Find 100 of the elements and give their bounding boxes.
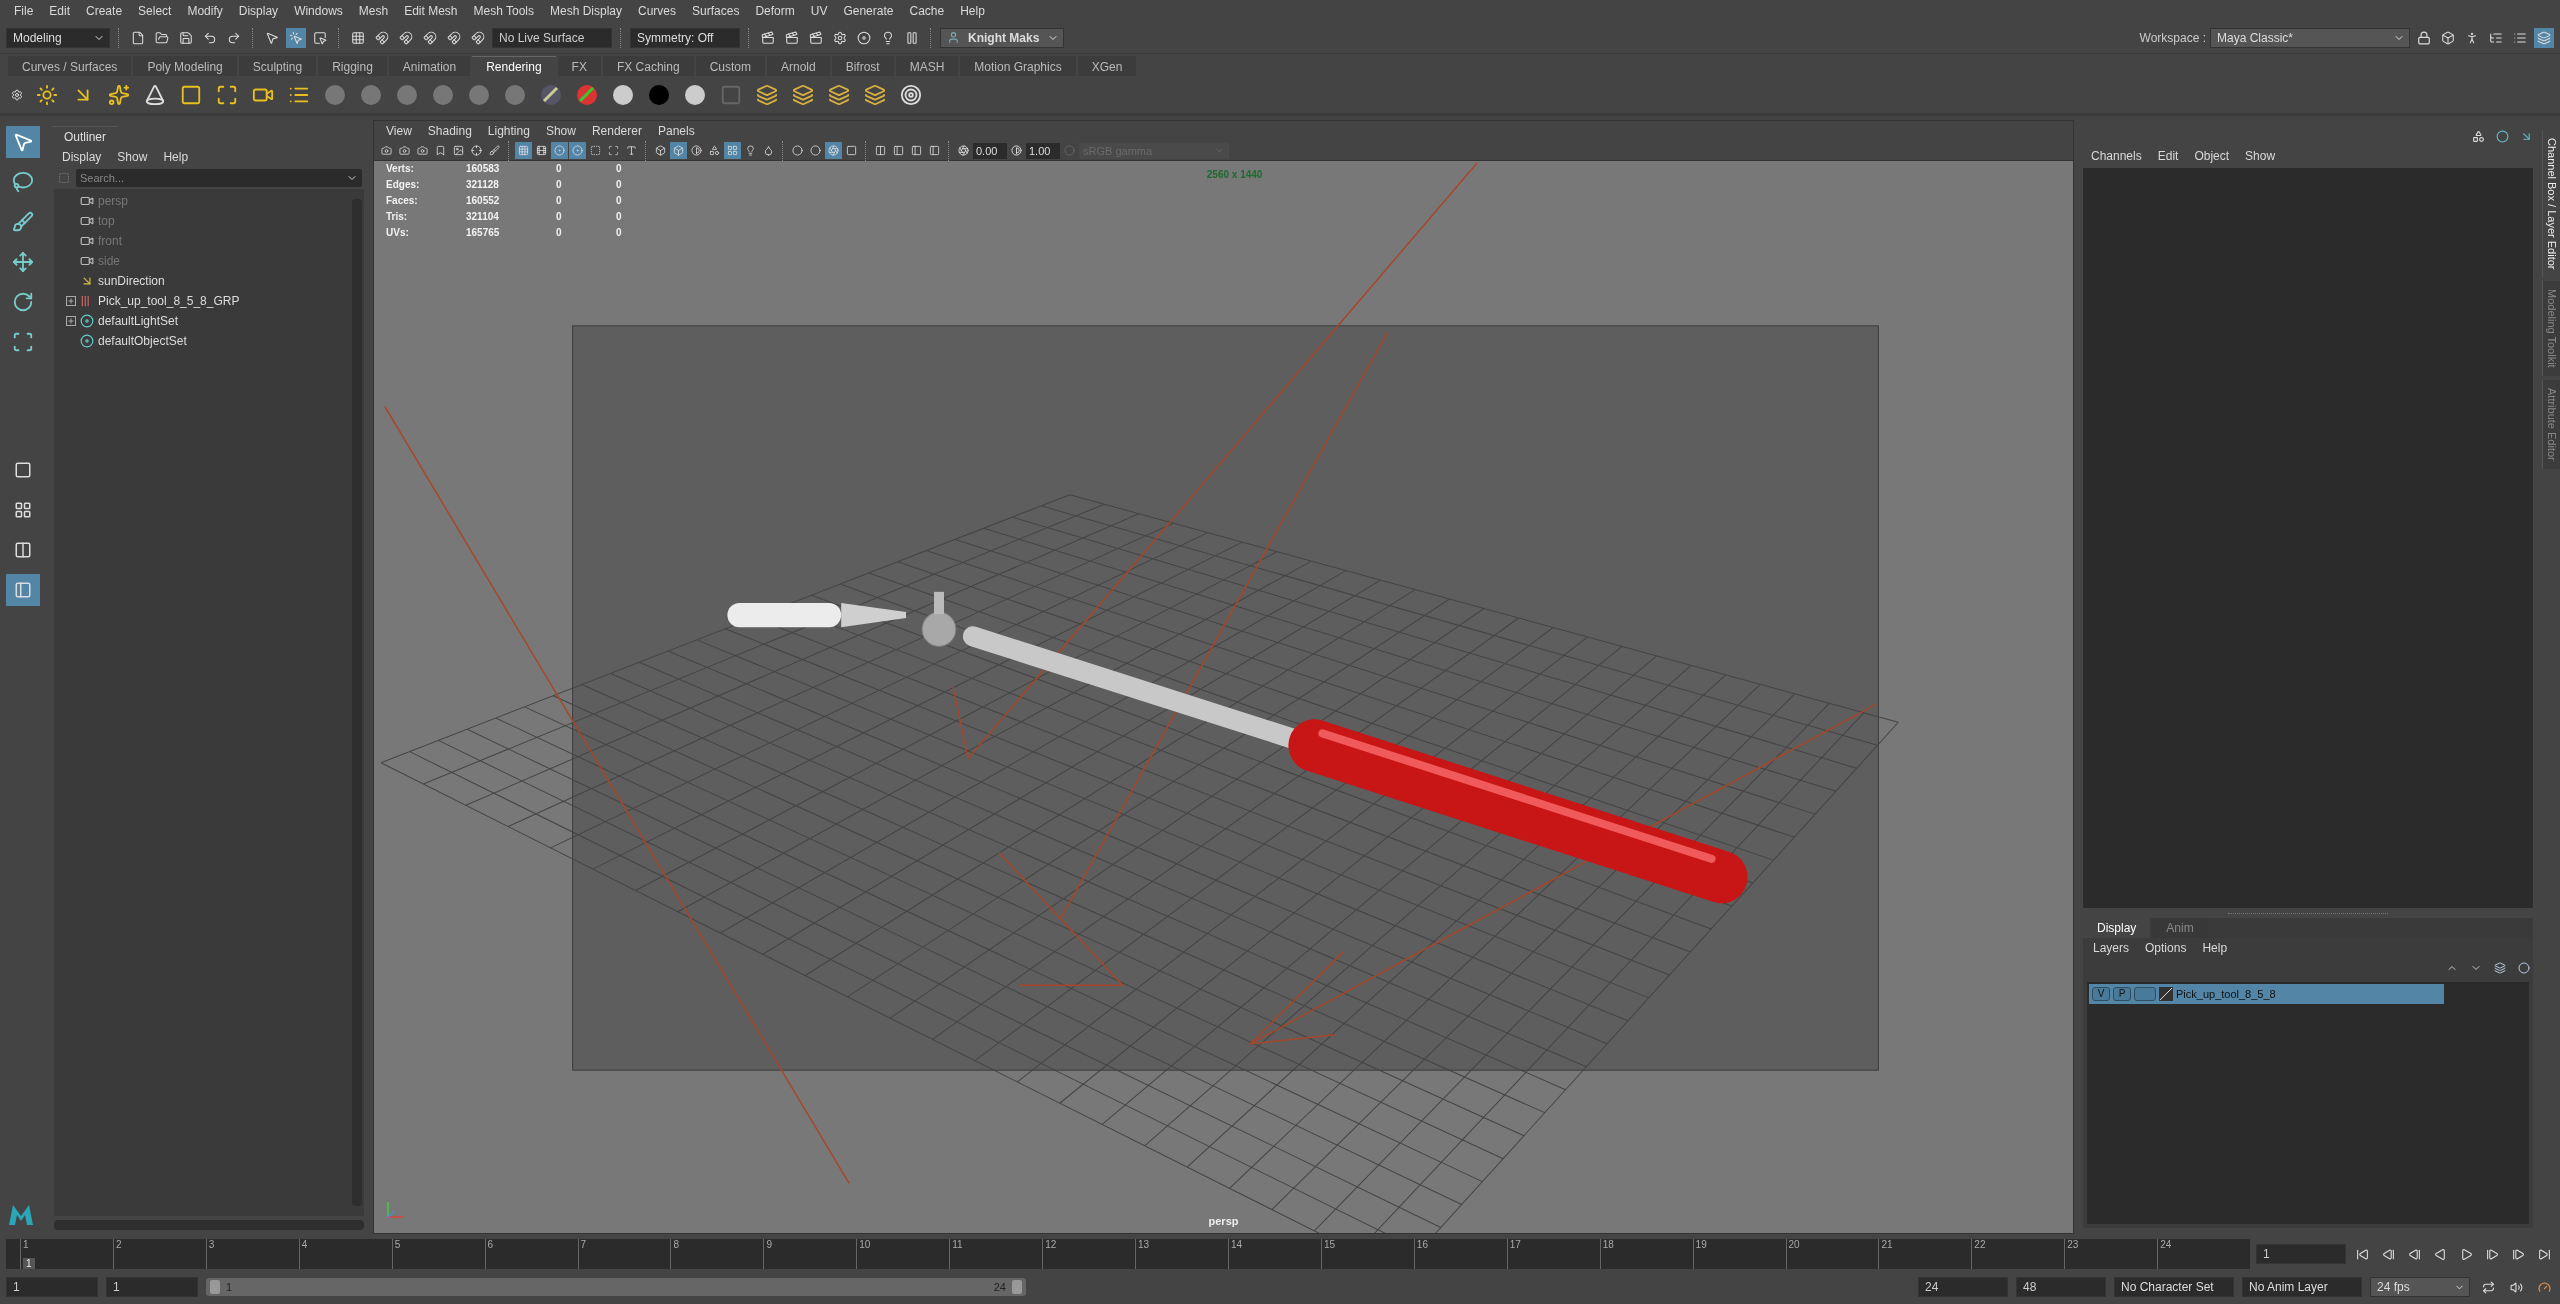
character-set-dropdown[interactable]: No Character Set <box>2114 1277 2234 1297</box>
current-frame-field[interactable]: 1 <box>2256 1244 2346 1264</box>
gamma-icon[interactable] <box>1008 142 1025 159</box>
menu-item[interactable]: File <box>6 4 42 18</box>
expand-icon[interactable] <box>66 316 76 326</box>
end-time-field[interactable]: 48 <box>2016 1277 2106 1297</box>
shelf-tab[interactable]: Sculpting <box>238 56 317 76</box>
user-dropdown[interactable]: Knight Maks <box>940 27 1065 48</box>
menu-item[interactable]: Surfaces <box>684 4 748 18</box>
range-handle[interactable] <box>1012 1280 1022 1294</box>
pointer-icon[interactable] <box>5 126 40 158</box>
current-frame-marker[interactable]: 1 <box>23 1258 35 1269</box>
fps-dropdown[interactable]: 24 fps <box>2370 1277 2470 1297</box>
shelf-tab[interactable]: Rigging <box>318 56 387 76</box>
display-type-toggle[interactable] <box>2134 987 2156 1001</box>
outliner-item[interactable]: Pick_up_tool_8_5_8_GRP <box>98 294 240 308</box>
symmetry-dropdown[interactable]: Symmetry: Off <box>630 27 740 48</box>
visibility-toggle[interactable]: V <box>2092 987 2110 1001</box>
side-pane-icon[interactable] <box>5 574 40 606</box>
hud-label: Verts: <box>386 163 415 174</box>
menu-item[interactable]: Mesh <box>350 4 397 18</box>
menu-item[interactable]: Display <box>54 150 110 164</box>
time-slider[interactable]: 1 1 2 3 4 5 6 7 8 9 10 11 12 13 14 15 16 17 18 19 20 21 22 23 24 <box>6 1239 2250 1269</box>
exposure-field[interactable]: 0.00 <box>973 142 1007 159</box>
live-surface-field[interactable]: No Live Surface <box>492 27 612 48</box>
menu-item[interactable]: Create <box>78 4 131 18</box>
start-time-field[interactable]: 1 <box>6 1277 98 1297</box>
menu-item[interactable]: Help <box>952 4 993 18</box>
menu-item[interactable]: Show <box>109 150 156 164</box>
frame-number: 11 <box>952 1239 964 1250</box>
menu-item[interactable]: Channels <box>2083 149 2150 163</box>
checker-icon[interactable] <box>724 142 741 159</box>
menu-item[interactable]: Show <box>2237 149 2284 163</box>
menu-item[interactable]: Shading <box>419 124 480 138</box>
playback-toggle[interactable]: P <box>2113 987 2131 1001</box>
shelf-tab[interactable]: Bifrost <box>831 56 894 76</box>
shelf-tab[interactable]: MASH <box>895 56 959 76</box>
mode-dropdown[interactable]: Modeling <box>6 27 110 48</box>
menu-item[interactable]: Display <box>230 4 287 18</box>
menu-item[interactable]: Curves <box>630 4 685 18</box>
shelf-tab[interactable]: Custom <box>695 56 765 76</box>
gamma-field[interactable]: 1.00 <box>1026 142 1060 159</box>
circle-icon[interactable] <box>789 142 806 159</box>
half-circle-icon[interactable] <box>688 142 705 159</box>
playback-start-field[interactable]: 1 <box>106 1277 198 1297</box>
menu-item[interactable]: Mesh Tools <box>465 4 542 18</box>
menu-item[interactable]: Panels <box>649 124 703 138</box>
menu-item[interactable]: Options <box>2137 941 2195 955</box>
layer-row[interactable]: V P Pick_up_tool_8_5_8 <box>2089 984 2444 1004</box>
menu-item[interactable]: Cache <box>901 4 953 18</box>
outliner-item[interactable]: defaultObjectSet <box>98 334 187 348</box>
outliner-item[interactable]: sunDirection <box>98 274 165 288</box>
menu-item[interactable]: Help <box>2194 941 2236 955</box>
menu-item[interactable]: Renderer <box>583 124 650 138</box>
shelf-tab[interactable]: FX <box>557 56 601 76</box>
outliner-item[interactable]: defaultLightSet <box>98 314 179 328</box>
circle-icon[interactable] <box>807 142 824 159</box>
hud-value: 0 <box>556 179 563 190</box>
menu-item[interactable]: Edit Mesh <box>396 4 466 18</box>
menu-item[interactable]: Lighting <box>479 124 538 138</box>
menu-item[interactable]: Windows <box>286 4 351 18</box>
menu-item[interactable]: Mesh Display <box>542 4 631 18</box>
search-field[interactable]: Search... <box>76 169 362 187</box>
layer-color-icon[interactable] <box>2159 987 2173 1001</box>
layer-add-icon[interactable] <box>2515 959 2533 977</box>
menu-item[interactable]: Deform <box>747 4 803 18</box>
crosshair-icon[interactable] <box>468 142 485 159</box>
menu-item[interactable]: Edit <box>2149 149 2187 163</box>
anim-layer-dropdown[interactable]: No Anim Layer <box>2242 1277 2362 1297</box>
shelf-tab[interactable]: Poly Modeling <box>133 56 237 76</box>
layers-icon[interactable] <box>2534 27 2554 48</box>
shelf-tab[interactable]: Motion Graphics <box>960 56 1076 76</box>
menu-item[interactable]: Generate <box>835 4 902 18</box>
shelf-tab[interactable]: Arnold <box>766 56 830 76</box>
menu-item[interactable]: Object <box>2186 149 2238 163</box>
range-handle[interactable] <box>210 1280 220 1294</box>
expand-icon[interactable] <box>66 296 76 306</box>
aperture-icon[interactable] <box>955 142 972 159</box>
shelf-tab[interactable]: Rendering <box>472 56 556 76</box>
menu-item[interactable]: Modify <box>179 4 231 18</box>
shelf-tab[interactable]: Curves / Surfaces <box>8 56 132 76</box>
menu-item[interactable]: Edit <box>41 4 79 18</box>
hud-value: 0 <box>556 163 563 174</box>
menu-item[interactable]: Help <box>155 150 197 164</box>
circle-icon[interactable] <box>2493 127 2511 145</box>
frame-number: 10 <box>859 1239 872 1250</box>
menu-item[interactable]: View <box>378 124 420 138</box>
shelf-tab[interactable]: Animation <box>388 56 471 76</box>
menu-item[interactable]: Select <box>130 4 180 18</box>
menu-item[interactable]: Layers <box>2085 941 2138 955</box>
playback-end-field[interactable]: 24 <box>1918 1277 2008 1297</box>
shelf-tab[interactable]: FX Caching <box>602 56 694 76</box>
menu-item[interactable]: Show <box>537 124 584 138</box>
shelf-tab[interactable]: XGen <box>1077 56 1137 76</box>
frame-number: 4 <box>301 1239 309 1250</box>
menu-item[interactable]: UV <box>802 4 836 18</box>
panel-tab[interactable]: Display <box>2083 918 2151 938</box>
new-layer-icon[interactable] <box>2491 959 2509 977</box>
pointer-icon[interactable] <box>286 27 306 48</box>
workspace-dropdown[interactable]: Maya Classic* <box>2210 27 2410 48</box>
